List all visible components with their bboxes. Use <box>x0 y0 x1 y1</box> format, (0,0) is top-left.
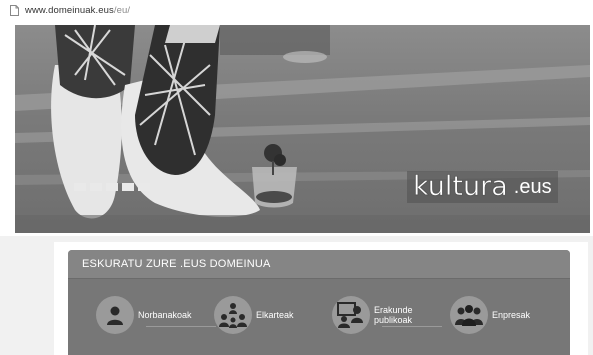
category-businesses[interactable]: Enpresak <box>450 296 530 334</box>
panel-header: ESKURATU ZURE .EUS DOMEINUA <box>68 250 570 279</box>
category-label: Erakunde publikoak <box>374 305 413 325</box>
person-icon <box>96 296 134 334</box>
category-label-line1: Erakunde <box>374 305 413 315</box>
logo-tld: .eus <box>513 175 552 198</box>
business-people-icon <box>450 296 488 334</box>
logo-word: kultura <box>413 171 508 202</box>
divider <box>382 326 442 327</box>
kultura-eus-logo[interactable]: kultura .eus <box>407 171 558 203</box>
hero-banner[interactable]: kultura .eus <box>15 25 590 233</box>
slider-dot-3[interactable] <box>106 183 118 191</box>
category-label: Enpresak <box>492 310 531 320</box>
slider-dot-4[interactable] <box>122 183 134 191</box>
category-associations[interactable]: Elkarteak <box>214 296 294 334</box>
domain-categories-panel: ESKURATU ZURE .EUS DOMEINUA Norbanakoak <box>68 250 570 355</box>
address-bar[interactable]: www.domeinuak.eus/eu/ <box>0 0 593 20</box>
category-public-institutions[interactable]: Erakunde publikoak <box>332 296 442 334</box>
group-network-icon <box>214 296 252 334</box>
category-individuals[interactable]: Norbanakoak <box>96 296 216 334</box>
panel-title: ESKURATU ZURE .EUS DOMEINUA <box>82 258 271 270</box>
url-text[interactable]: www.domeinuak.eus/eu/ <box>25 5 130 16</box>
category-label-line2: publikoak <box>374 315 413 325</box>
divider <box>146 326 216 327</box>
url-domain: www.domeinuak.eus <box>25 4 114 16</box>
category-label: Elkarteak <box>256 310 294 320</box>
page-icon <box>10 4 19 16</box>
slider-dot-2[interactable] <box>90 183 102 191</box>
slider-dots <box>74 183 150 191</box>
public-institution-icon <box>332 296 370 334</box>
category-label: Norbanakoak <box>138 310 192 320</box>
url-path: /eu/ <box>113 4 131 16</box>
slider-dot-1[interactable] <box>74 183 86 191</box>
slider-dot-5[interactable] <box>138 183 150 191</box>
